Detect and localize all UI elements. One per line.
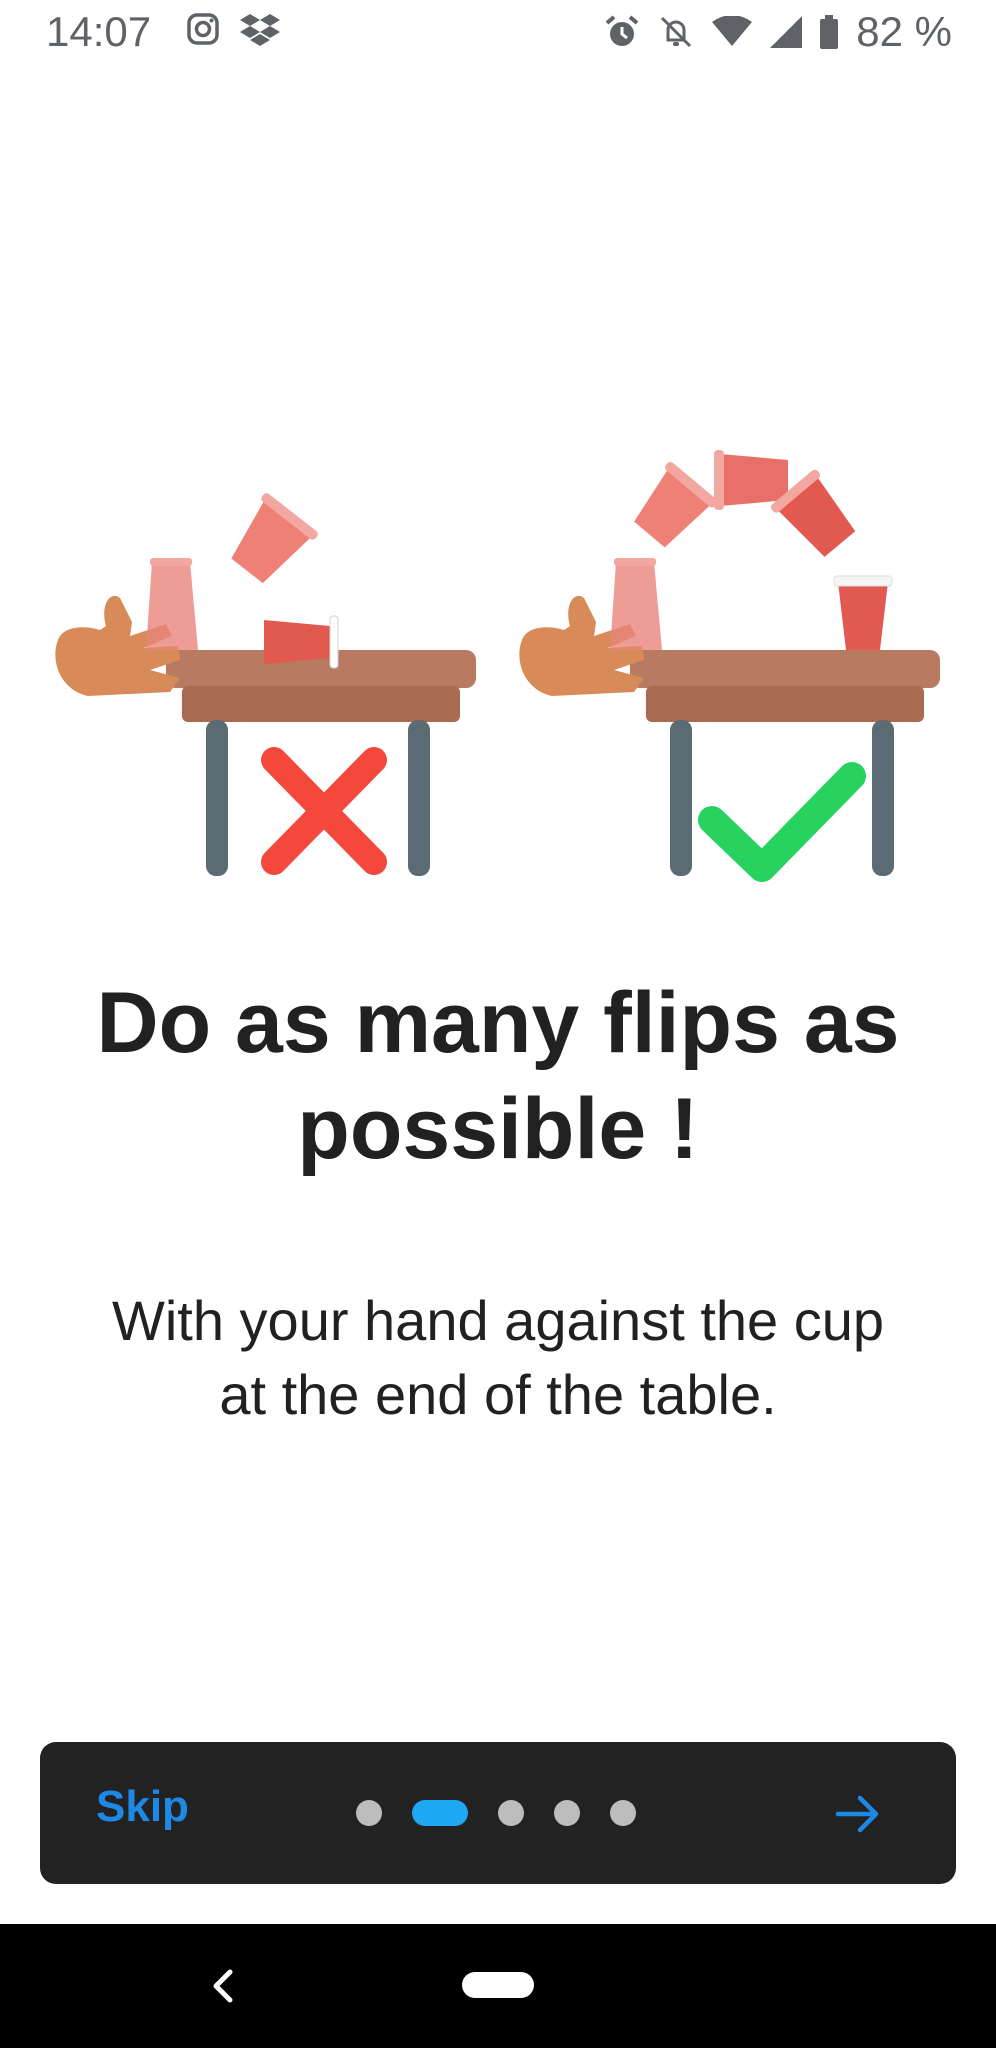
skip-button[interactable]: Skip — [96, 1782, 189, 1832]
signal-icon — [770, 16, 803, 48]
onboarding-bottom-bar: Skip — [40, 1742, 956, 1884]
cross-icon — [261, 747, 387, 875]
onboarding-screen: 14:07 82 % Do as many flips as possible … — [0, 0, 996, 2048]
status-right-icons: 82 % — [604, 8, 952, 56]
flip-cup-illustration — [55, 450, 940, 882]
wrong-example — [55, 493, 476, 876]
correct-example — [519, 450, 940, 882]
status-left-icons — [186, 12, 280, 48]
wifi-icon — [712, 16, 753, 46]
battery-percent: 82 % — [856, 8, 952, 55]
page-dot-4[interactable] — [554, 1800, 580, 1826]
instagram-icon — [187, 13, 219, 45]
system-nav-bar — [0, 1924, 996, 2048]
arrow-right-icon — [835, 1795, 879, 1833]
back-icon[interactable] — [206, 1966, 238, 2006]
status-time: 14:07 — [46, 8, 152, 55]
battery-icon — [820, 15, 839, 49]
onboarding-subtitle: With your hand against the cup at the en… — [111, 1289, 885, 1426]
home-pill-icon[interactable] — [462, 1972, 534, 1998]
page-dot-2-active[interactable] — [412, 1800, 468, 1826]
status-bar: 14:07 82 % — [0, 0, 996, 64]
page-dot-5[interactable] — [610, 1800, 636, 1826]
check-icon — [698, 762, 866, 882]
page-dot-1[interactable] — [356, 1800, 382, 1826]
page-indicator — [356, 1800, 666, 1826]
page-dot-3[interactable] — [498, 1800, 524, 1826]
alarm-icon — [605, 15, 639, 46]
onboarding-title: Do as many flips as possible ! — [96, 975, 900, 1177]
dropbox-icon — [240, 14, 280, 46]
next-button[interactable] — [830, 1786, 886, 1842]
notifications-off-icon — [661, 16, 692, 48]
